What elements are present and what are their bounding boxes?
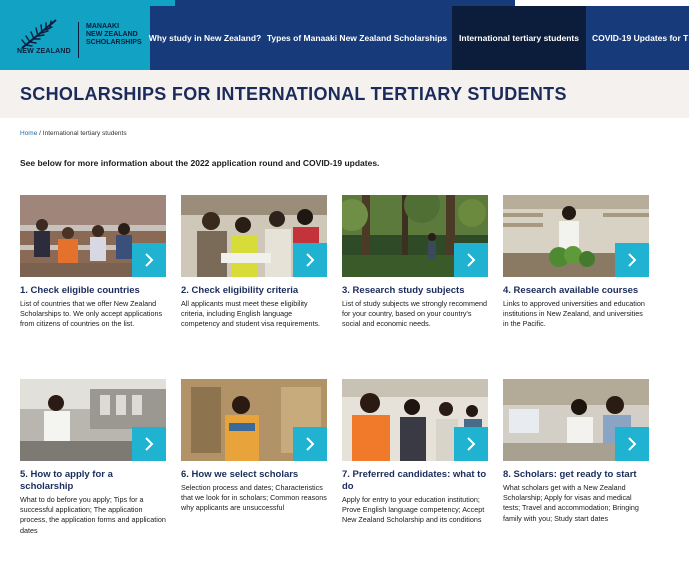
card-image[interactable] — [20, 379, 166, 461]
card-eligible-countries[interactable]: 1. Check eligible countries List of coun… — [20, 195, 166, 330]
page-title: SCHOLARSHIPS FOR INTERNATIONAL TERTIARY … — [20, 84, 567, 104]
chevron-right-icon — [306, 253, 315, 267]
card-title[interactable]: 5. How to apply for a scholarship — [20, 469, 166, 493]
chevron-right-icon — [628, 253, 637, 267]
card-description: What scholars get with a New Zealand Sch… — [503, 483, 639, 523]
chevron-right-icon — [145, 253, 154, 267]
nav-international-tertiary[interactable]: International tertiary students — [452, 6, 586, 70]
card-image[interactable] — [503, 195, 649, 277]
card-arrow-button[interactable] — [454, 427, 488, 461]
breadcrumb-home-link[interactable]: Home — [20, 130, 37, 137]
card-title[interactable]: 6. How we select scholars — [181, 469, 327, 481]
card-image[interactable] — [342, 379, 488, 461]
card-title[interactable]: 1. Check eligible countries — [20, 285, 166, 297]
card-description: Apply for entry to your education instit… — [342, 495, 485, 525]
breadcrumb: Home / International tertiary students — [20, 130, 127, 137]
card-arrow-button[interactable] — [132, 243, 166, 277]
card-description: List of countries that we offer New Zeal… — [20, 299, 163, 329]
card-available-courses[interactable]: 4. Research available courses Links to a… — [503, 195, 649, 330]
silver-fern-icon — [21, 19, 57, 49]
card-how-to-apply[interactable]: 5. How to apply for a scholarship What t… — [20, 379, 166, 536]
card-preferred-candidates[interactable]: 7. Preferred candidates: what to do Appl… — [342, 379, 488, 526]
card-get-ready[interactable]: 8. Scholars: get ready to start What sch… — [503, 379, 649, 524]
chevron-right-icon — [145, 437, 154, 451]
card-arrow-button[interactable] — [615, 243, 649, 277]
chevron-right-icon — [467, 253, 476, 267]
card-description: All applicants must meet these eligibili… — [181, 299, 321, 329]
card-arrow-button[interactable] — [293, 243, 327, 277]
nav-why-study[interactable]: Why study in New Zealand? — [148, 6, 262, 70]
card-arrow-button[interactable] — [454, 243, 488, 277]
chevron-right-icon — [628, 437, 637, 451]
card-description: Links to approved universities and educa… — [503, 299, 645, 329]
logo-brand-text: MANAAKI NEW ZEALAND SCHOLARSHIPS — [86, 23, 142, 46]
card-arrow-button[interactable] — [132, 427, 166, 461]
logo-country-text: NEW ZEALAND — [17, 48, 71, 55]
card-title[interactable]: 8. Scholars: get ready to start — [503, 469, 649, 481]
card-arrow-button[interactable] — [293, 427, 327, 461]
card-study-subjects[interactable]: 3. Research study subjects List of study… — [342, 195, 488, 330]
nav-covid-updates[interactable]: COVID-19 Updates for T — [588, 6, 689, 70]
card-arrow-button[interactable] — [615, 427, 649, 461]
chevron-right-icon — [467, 437, 476, 451]
card-image[interactable] — [503, 379, 649, 461]
breadcrumb-current: International tertiary students — [42, 130, 127, 137]
card-how-we-select[interactable]: 6. How we select scholars Selection proc… — [181, 379, 327, 514]
card-image[interactable] — [181, 379, 327, 461]
card-image[interactable] — [342, 195, 488, 277]
card-description: What to do before you apply; Tips for a … — [20, 495, 166, 535]
nav-scholarship-types[interactable]: Types of Manaaki New Zealand Scholarship… — [264, 6, 450, 70]
site-logo[interactable]: NEW ZEALAND MANAAKI NEW ZEALAND SCHOLARS… — [0, 6, 150, 70]
card-title[interactable]: 7. Preferred candidates: what to do — [342, 469, 488, 493]
card-description: List of study subjects we strongly recom… — [342, 299, 488, 329]
card-description: Selection process and dates; Characteris… — [181, 483, 327, 513]
intro-text: See below for more information about the… — [20, 158, 380, 168]
card-title[interactable]: 4. Research available courses — [503, 285, 649, 297]
card-image[interactable] — [20, 195, 166, 277]
card-image[interactable] — [181, 195, 327, 277]
card-title[interactable]: 2. Check eligibility criteria — [181, 285, 327, 297]
chevron-right-icon — [306, 437, 315, 451]
logo-divider — [78, 22, 79, 58]
card-eligibility-criteria[interactable]: 2. Check eligibility criteria All applic… — [181, 195, 327, 330]
card-title[interactable]: 3. Research study subjects — [342, 285, 488, 297]
